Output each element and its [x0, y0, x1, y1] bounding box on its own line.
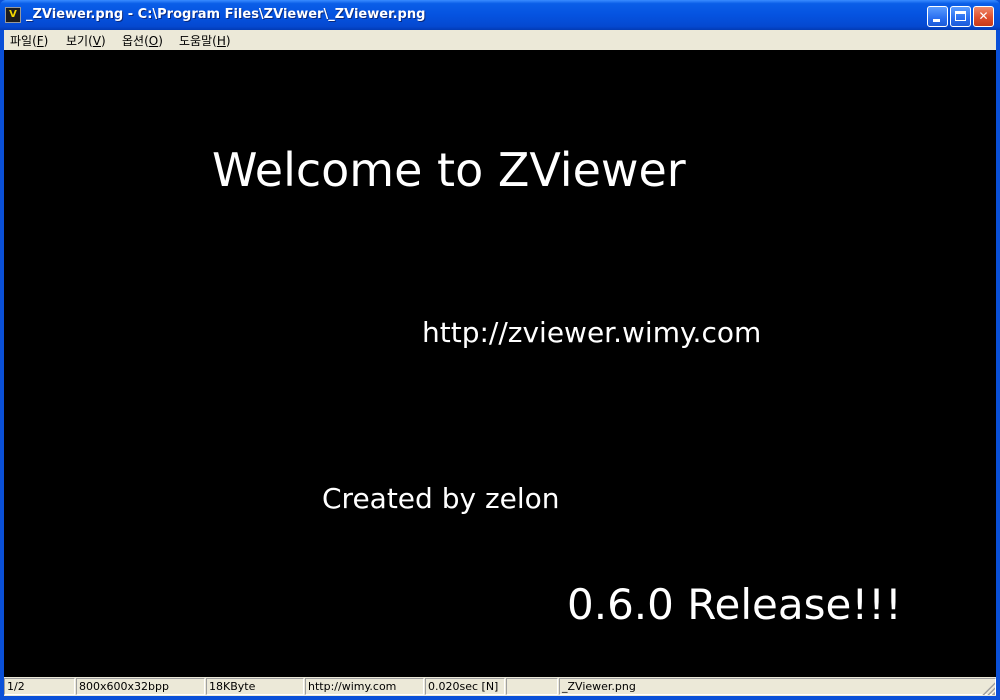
- status-dimensions: 800x600x32bpp: [76, 678, 205, 695]
- maximize-button[interactable]: [950, 6, 971, 27]
- author-credit-text: Created by zelon: [322, 482, 560, 515]
- close-icon: ✕: [978, 9, 989, 23]
- menu-file-close: ): [43, 34, 49, 48]
- release-version-text: 0.6.0 Release!!!: [567, 580, 902, 629]
- menu-view[interactable]: 보기(V): [66, 32, 106, 49]
- image-viewer-canvas[interactable]: Welcome to ZViewer http://zviewer.wimy.c…: [4, 50, 996, 677]
- menu-help-label: 도움말(: [179, 34, 217, 48]
- status-image-index: 1/2: [4, 678, 75, 695]
- menu-view-accesskey: V: [92, 34, 101, 48]
- minimize-button[interactable]: [927, 6, 948, 27]
- menu-options[interactable]: 옵션(O): [122, 32, 163, 49]
- status-website: http://wimy.com: [305, 678, 424, 695]
- resize-grip-icon[interactable]: [981, 681, 995, 695]
- menu-options-accesskey: O: [148, 34, 159, 48]
- zviewer-app-icon[interactable]: V: [5, 7, 21, 23]
- title-bar[interactable]: V _ZViewer.png - C:\Program Files\ZViewe…: [0, 0, 1000, 30]
- welcome-text: Welcome to ZViewer: [212, 143, 686, 197]
- menu-file-label: 파일(: [10, 34, 37, 48]
- status-empty-pane: [506, 678, 558, 695]
- menu-file-accesskey: F: [36, 34, 44, 48]
- menu-bar: 파일(F) 보기(V) 옵션(O) 도움말(H): [4, 30, 996, 50]
- menu-view-close: ): [100, 34, 106, 48]
- menu-options-close: ): [158, 34, 163, 48]
- menu-file[interactable]: 파일(F): [10, 32, 48, 49]
- status-bar: 1/2 800x600x32bpp 18KByte http://wimy.co…: [4, 677, 996, 696]
- website-url-text: http://zviewer.wimy.com: [422, 316, 762, 349]
- menu-help-close: ): [225, 34, 231, 48]
- menu-help-accesskey: H: [216, 34, 226, 48]
- maximize-icon: [955, 11, 966, 21]
- status-filename: _ZViewer.png: [559, 678, 996, 695]
- menu-options-label: 옵션(: [122, 34, 149, 48]
- status-file-size: 18KByte: [206, 678, 304, 695]
- window-title: _ZViewer.png - C:\Program Files\ZViewer\…: [26, 7, 426, 22]
- app-window: V _ZViewer.png - C:\Program Files\ZViewe…: [0, 0, 1000, 700]
- menu-view-label: 보기(: [66, 34, 93, 48]
- status-load-time: 0.020sec [N]: [425, 678, 505, 695]
- close-button[interactable]: ✕: [973, 6, 994, 27]
- minimize-icon: [933, 19, 940, 22]
- menu-help[interactable]: 도움말(H): [179, 32, 231, 49]
